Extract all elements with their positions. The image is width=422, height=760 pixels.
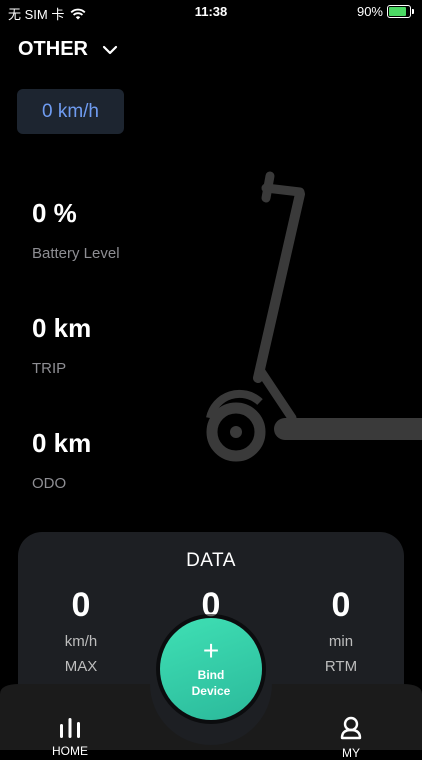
battery-fill (389, 7, 407, 16)
tab-my[interactable]: MY (311, 716, 391, 760)
speed-chip: 0 km/h (17, 89, 124, 134)
data-unit: min (328, 633, 354, 650)
device-name: OTHER (18, 38, 88, 60)
stat-label: TRIP (32, 360, 67, 377)
bind-label-line1: Bind (197, 668, 225, 682)
tab-label: MY (342, 746, 360, 760)
stat-value: 0 km (32, 428, 92, 458)
data-value: 0 (331, 586, 351, 624)
chevron-down-icon (102, 45, 118, 54)
data-max-speed: 0 km/h MAX (26, 586, 136, 675)
bind-device-button[interactable]: + Bind Device (160, 618, 262, 720)
stat-value: 0 % (32, 198, 77, 228)
stat-value: 0 km (32, 313, 92, 343)
battery-level-stat: 0 % Battery Level (32, 198, 120, 262)
scooter-illustration (206, 171, 422, 462)
status-right: 90% (357, 4, 414, 19)
battery-cap (412, 9, 414, 14)
plus-icon: + (202, 635, 220, 666)
data-value: 0 (71, 586, 91, 624)
status-bar: 无 SIM 卡 11:38 90% (0, 0, 422, 24)
tab-label: HOME (52, 744, 88, 758)
tab-home[interactable]: HOME (30, 716, 110, 758)
battery-icon (387, 5, 411, 18)
data-unit: km/h (64, 633, 98, 650)
stat-label: Battery Level (32, 245, 120, 262)
bar-chart-icon (60, 718, 80, 738)
device-selector[interactable]: OTHER (18, 38, 118, 61)
stat-label: ODO (32, 475, 67, 492)
odo-stat: 0 km ODO (32, 428, 91, 492)
data-label: MAX (64, 658, 98, 675)
data-label: RTM (324, 658, 358, 675)
battery-percent: 90% (356, 4, 383, 19)
bind-label-line2: Device (191, 684, 231, 698)
data-riding-time: 0 min RTM (286, 586, 396, 675)
data-title: DATA (186, 550, 236, 571)
trip-stat: 0 km TRIP (32, 313, 91, 377)
user-icon (340, 716, 362, 740)
